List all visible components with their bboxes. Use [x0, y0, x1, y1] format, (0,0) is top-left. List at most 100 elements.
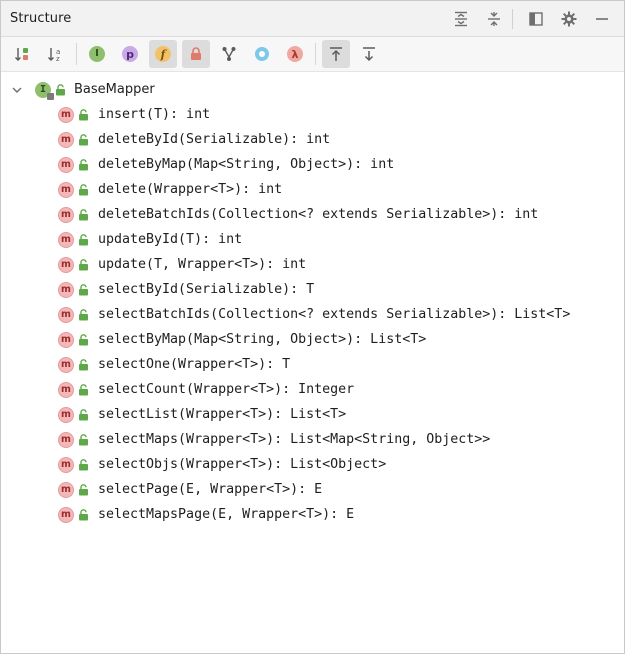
chevron-down-icon[interactable]	[9, 82, 25, 98]
method-icon: m	[58, 431, 74, 448]
method-signature: selectList(Wrapper<T>): List<T>	[98, 407, 347, 422]
toolbar-separator-2	[315, 43, 316, 65]
method-icon: m	[58, 356, 74, 373]
public-lock-icon	[77, 408, 89, 422]
method-signature: selectByMap(Map<String, Object>): List<T…	[98, 332, 427, 347]
method-signature: selectMapsPage(E, Wrapper<T>): E	[98, 507, 355, 522]
show-properties-icon[interactable]: p	[116, 40, 144, 68]
method-signature: delete(Wrapper<T>): int	[98, 182, 283, 197]
tree-method-node[interactable]: m selectOne(Wrapper<T>): T	[1, 352, 624, 377]
show-lambdas-icon[interactable]: λ	[281, 40, 309, 68]
method-icon: m	[58, 181, 74, 198]
method-list: m insert(T): int m deleteById(Serializable)…	[1, 102, 624, 527]
inherited-badge-icon: I	[89, 46, 105, 62]
structure-panel: Structure az I p f λ I BaseMapper m inse…	[0, 0, 625, 654]
show-inherited-icon[interactable]: I	[83, 40, 111, 68]
tree-root-node[interactable]: I BaseMapper	[1, 77, 624, 102]
tree-method-node[interactable]: m deleteById(Serializable): int	[1, 127, 624, 152]
tree-method-node[interactable]: m selectBatchIds(Collection<? extends Ser…	[1, 302, 624, 327]
public-lock-icon	[77, 233, 89, 247]
tree-method-node[interactable]: m deleteBatchIds(Collection<? extends Ser…	[1, 202, 624, 227]
tree-method-node[interactable]: m selectObjs(Wrapper<T>): List<Object>	[1, 452, 624, 477]
public-lock-icon	[77, 258, 89, 272]
method-icon: m	[58, 281, 74, 298]
lambda-badge-icon: λ	[287, 46, 303, 62]
method-signature: selectObjs(Wrapper<T>): List<Object>	[98, 457, 387, 472]
expand-all-icon[interactable]	[447, 5, 475, 33]
method-icon: m	[58, 381, 74, 398]
public-lock-icon	[77, 208, 89, 222]
method-signature: deleteBatchIds(Collection<? extends Seri…	[98, 207, 539, 222]
tree-root-label: BaseMapper	[74, 82, 155, 97]
public-lock-icon	[77, 358, 89, 372]
tree-method-node[interactable]: m selectCount(Wrapper<T>): Integer	[1, 377, 624, 402]
method-signature: update(T, Wrapper<T>): int	[98, 257, 307, 272]
method-icon: m	[58, 306, 74, 323]
method-icon: m	[58, 481, 74, 498]
tree-method-node[interactable]: m selectList(Wrapper<T>): List<T>	[1, 402, 624, 427]
interface-badge-letter: I	[39, 84, 47, 95]
structure-toolbar: az I p f λ	[1, 37, 624, 72]
method-icon: m	[58, 106, 74, 123]
svg-text:z: z	[56, 55, 60, 63]
method-icon: m	[58, 206, 74, 223]
toolbar-separator	[76, 43, 77, 65]
panel-title: Structure	[10, 11, 72, 26]
tree-method-node[interactable]: m selectMapsPage(E, Wrapper<T>): E	[1, 502, 624, 527]
public-lock-icon	[77, 133, 89, 147]
method-signature: insert(T): int	[98, 107, 211, 122]
show-hierarchy-icon[interactable]	[215, 40, 243, 68]
tree-method-node[interactable]: m selectPage(E, Wrapper<T>): E	[1, 477, 624, 502]
show-fields-icon[interactable]: f	[149, 40, 177, 68]
interface-icon: I	[35, 81, 54, 100]
tree-method-node[interactable]: m selectMaps(Wrapper<T>): List<Map<String…	[1, 427, 624, 452]
panel-header: Structure	[1, 1, 624, 37]
tree-method-node[interactable]: m selectById(Serializable): T	[1, 277, 624, 302]
public-lock-icon	[77, 308, 89, 322]
method-signature: selectOne(Wrapper<T>): T	[98, 357, 291, 372]
sort-alphabetically-icon[interactable]: az	[42, 40, 70, 68]
public-lock-icon	[77, 383, 89, 397]
interface-overlay-icon	[47, 92, 54, 100]
method-signature: selectPage(E, Wrapper<T>): E	[98, 482, 323, 497]
method-icon: m	[58, 456, 74, 473]
public-lock-icon	[77, 158, 89, 172]
layout-icon[interactable]	[522, 5, 550, 33]
method-icon: m	[58, 231, 74, 248]
field-badge-icon: f	[155, 46, 171, 62]
gear-icon[interactable]	[555, 5, 583, 33]
tree-method-node[interactable]: m delete(Wrapper<T>): int	[1, 177, 624, 202]
method-signature: selectCount(Wrapper<T>): Integer	[98, 382, 355, 397]
header-actions	[442, 1, 624, 36]
public-lock-icon	[77, 458, 89, 472]
sort-by-visibility-icon[interactable]	[9, 40, 37, 68]
collapse-all-icon[interactable]	[480, 5, 508, 33]
tree-method-node[interactable]: m insert(T): int	[1, 102, 624, 127]
tree-method-node[interactable]: m deleteByMap(Map<String, Object>): int	[1, 152, 624, 177]
method-icon: m	[58, 256, 74, 273]
show-anonymous-icon[interactable]	[248, 40, 276, 68]
public-lock-icon	[77, 483, 89, 497]
public-lock-icon	[77, 183, 89, 197]
method-signature: updateById(T): int	[98, 232, 243, 247]
method-icon: m	[58, 156, 74, 173]
method-icon: m	[58, 406, 74, 423]
show-non-public-icon[interactable]	[182, 40, 210, 68]
minimize-icon[interactable]	[588, 5, 616, 33]
property-badge-icon: p	[122, 46, 138, 62]
tree-method-node[interactable]: m update(T, Wrapper<T>): int	[1, 252, 624, 277]
method-signature: deleteById(Serializable): int	[98, 132, 331, 147]
autoscroll-from-source-icon[interactable]	[355, 40, 383, 68]
autoscroll-to-source-icon[interactable]	[322, 40, 350, 68]
public-lock-icon	[77, 283, 89, 297]
public-lock-icon	[77, 508, 89, 522]
structure-tree: I BaseMapper m insert(T): int m deleteById(…	[1, 72, 624, 527]
tree-method-node[interactable]: m selectByMap(Map<String, Object>): List<…	[1, 327, 624, 352]
tree-method-node[interactable]: m updateById(T): int	[1, 227, 624, 252]
method-signature: deleteByMap(Map<String, Object>): int	[98, 157, 395, 172]
public-lock-icon	[77, 433, 89, 447]
method-icon: m	[58, 331, 74, 348]
header-separator	[512, 8, 513, 29]
method-signature: selectBatchIds(Collection<? extends Seri…	[98, 307, 571, 322]
public-lock-icon	[54, 83, 66, 97]
